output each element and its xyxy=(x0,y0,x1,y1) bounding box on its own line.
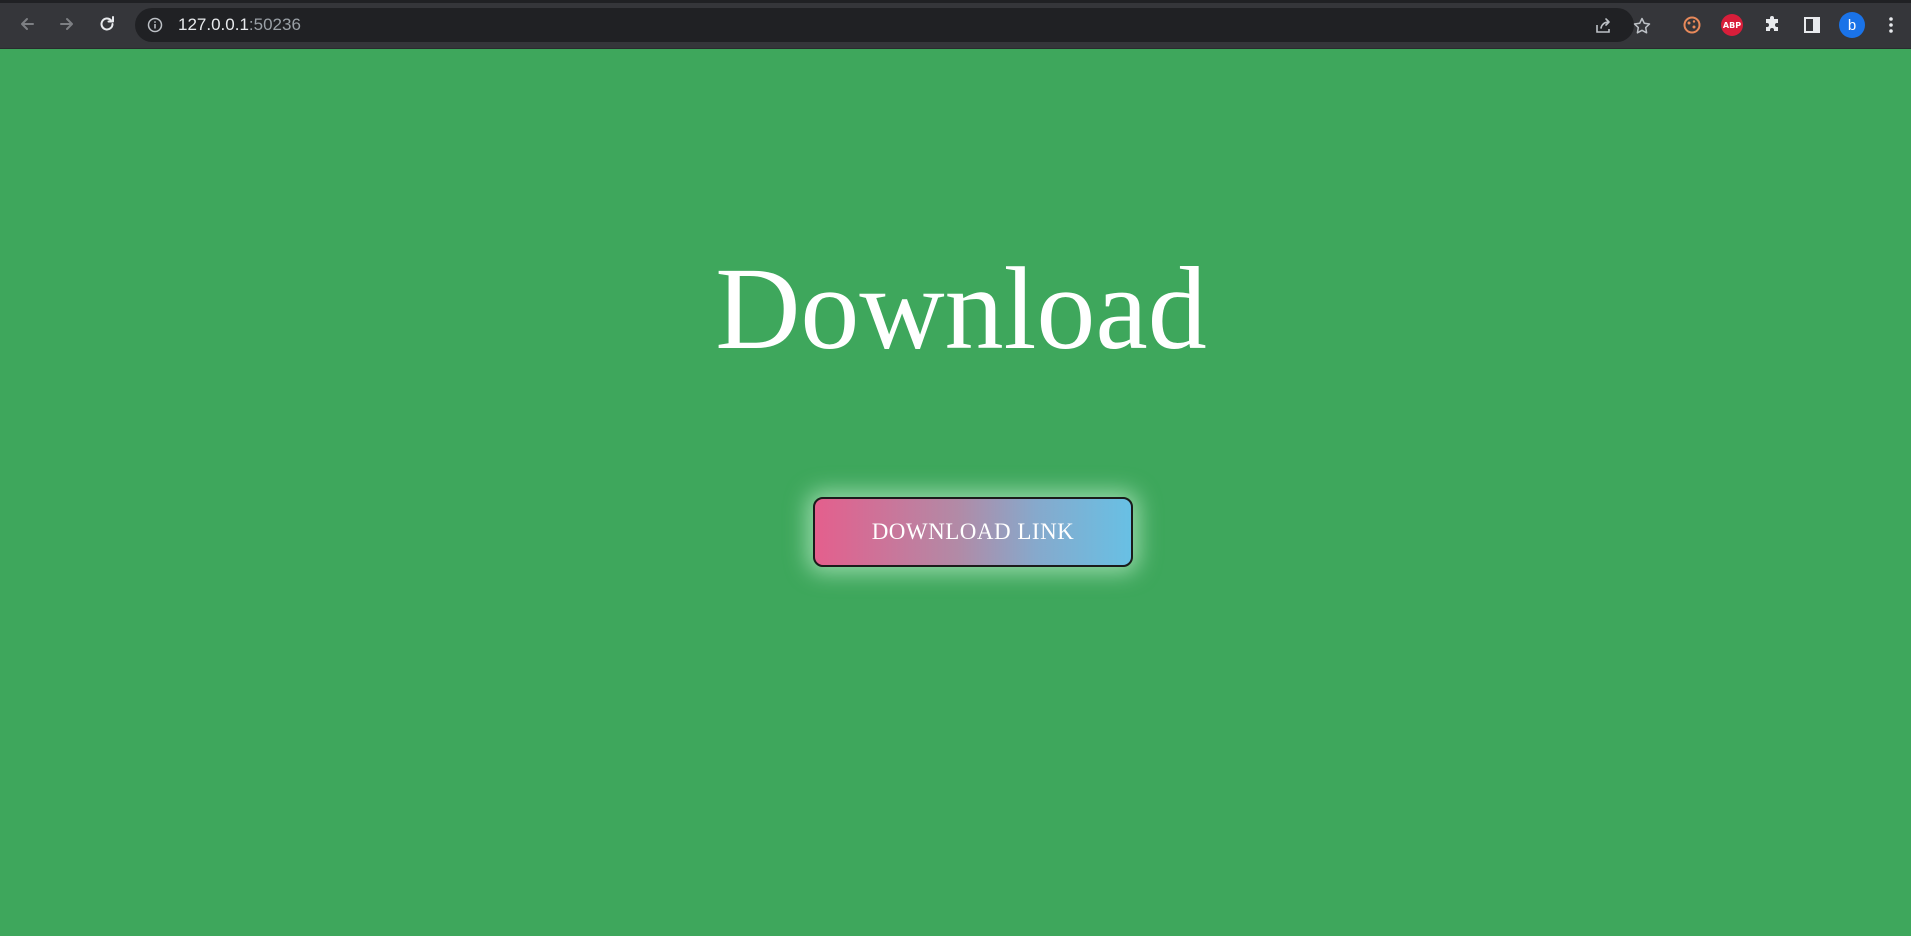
avatar: b xyxy=(1839,12,1865,38)
info-icon[interactable] xyxy=(147,17,163,33)
kebab-menu-icon xyxy=(1889,17,1893,33)
address-bar[interactable]: 127.0.0.1:50236 xyxy=(135,8,1651,42)
profile-button[interactable]: b xyxy=(1839,12,1865,38)
extensions-button[interactable] xyxy=(1759,12,1785,38)
arrow-left-icon xyxy=(21,18,34,30)
back-button[interactable] xyxy=(12,9,42,39)
reload-button[interactable] xyxy=(92,9,122,39)
browser-toolbar: 127.0.0.1:50236 ABP b xyxy=(0,0,1911,49)
tabstrip-edge xyxy=(0,0,1911,3)
url-text[interactable]: 127.0.0.1:50236 xyxy=(178,16,301,34)
side-panel-button[interactable] xyxy=(1799,12,1825,38)
arrow-right-icon xyxy=(60,18,73,30)
star-icon[interactable] xyxy=(1632,16,1652,36)
adblock-icon: ABP xyxy=(1721,14,1743,36)
puzzle-icon xyxy=(1766,16,1778,31)
browser-menu-button[interactable] xyxy=(1878,12,1904,38)
share-icon[interactable] xyxy=(1593,16,1613,36)
cookie-extension-icon xyxy=(1683,16,1701,34)
url-port: :50236 xyxy=(248,15,301,34)
side-panel-icon xyxy=(1804,17,1820,33)
page-content: Download DOWNLOAD LINK xyxy=(0,49,1911,936)
reload-icon xyxy=(100,16,114,31)
cookie-extension-button[interactable] xyxy=(1679,12,1705,38)
page-title: Download xyxy=(715,243,1207,374)
download-link-button[interactable]: DOWNLOAD LINK xyxy=(813,497,1133,567)
adblock-extension-button[interactable]: ABP xyxy=(1719,12,1745,38)
url-host: 127.0.0.1 xyxy=(178,15,249,34)
forward-button[interactable] xyxy=(52,9,82,39)
